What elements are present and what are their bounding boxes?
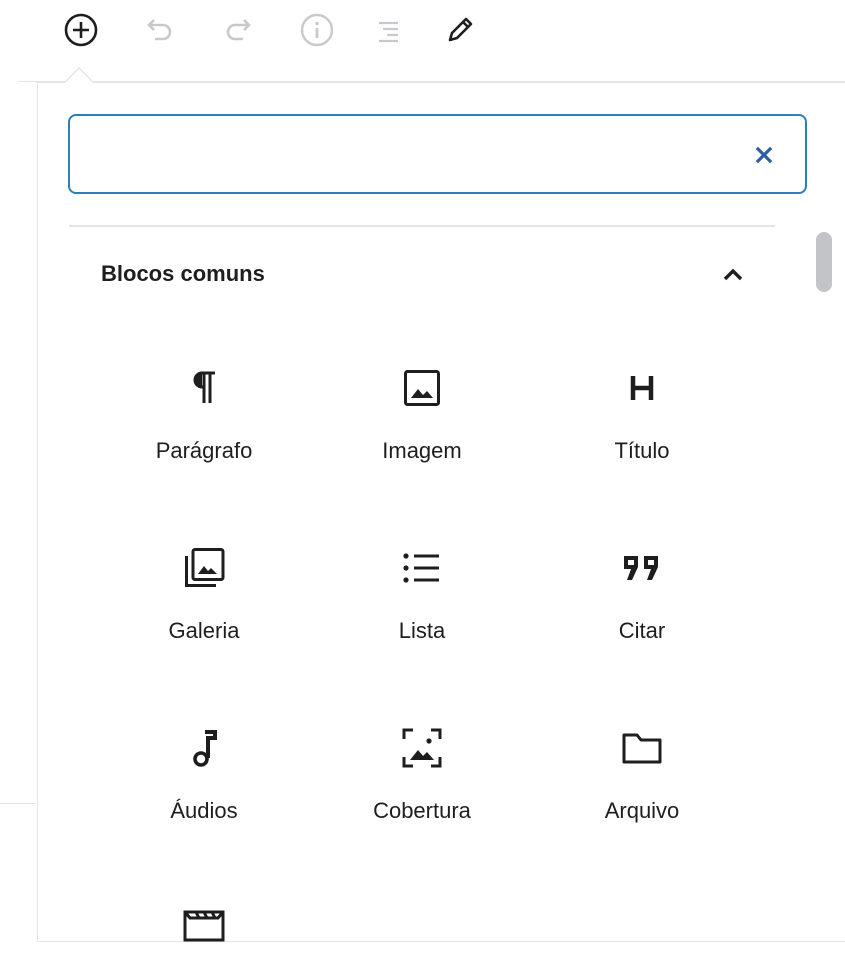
popover-arrow	[65, 69, 93, 83]
list-view-button[interactable]	[369, 10, 409, 50]
block-item-file[interactable]: Arquivo	[542, 718, 742, 868]
audio-icon	[104, 718, 304, 778]
block-item-heading[interactable]: Título	[542, 358, 742, 508]
block-item-label: Parágrafo	[155, 438, 253, 463]
chevron-up-icon[interactable]	[718, 262, 748, 286]
video-icon	[104, 904, 304, 942]
block-item-audio[interactable]: Áudios	[104, 718, 304, 868]
block-search-field[interactable]	[68, 114, 807, 194]
search-input[interactable]	[84, 130, 728, 180]
block-item-label: Imagem	[382, 438, 462, 463]
block-item-label: Título	[614, 438, 670, 463]
heading-icon	[542, 358, 742, 418]
block-item-image[interactable]: Imagem	[322, 358, 522, 508]
tools-button[interactable]	[440, 10, 480, 50]
list-icon	[322, 538, 522, 598]
editor-header-toolbar	[0, 0, 845, 82]
quote-icon	[542, 538, 742, 598]
block-item-label: Arquivo	[604, 798, 680, 823]
block-item-gallery[interactable]: Galeria	[104, 538, 304, 688]
cover-icon	[322, 718, 522, 778]
scrollbar[interactable]	[808, 227, 838, 942]
block-item-label: Lista	[398, 618, 446, 643]
block-item-label: Cobertura	[373, 798, 471, 823]
block-item-label: Áudios	[170, 798, 238, 823]
block-item-paragraph[interactable]: Parágrafo	[104, 358, 304, 508]
info-button[interactable]	[297, 10, 337, 50]
list-view-icon	[371, 12, 407, 48]
panel-title: Blocos comuns	[101, 261, 265, 286]
block-item-video[interactable]	[104, 898, 304, 942]
block-item-label: Citar	[618, 618, 666, 643]
close-icon[interactable]	[753, 144, 775, 166]
block-item-quote[interactable]: Citar	[542, 538, 742, 688]
undo-button[interactable]	[140, 10, 180, 50]
info-icon	[299, 12, 335, 48]
redo-icon	[220, 12, 256, 48]
scrollbar-thumb[interactable]	[816, 232, 832, 292]
editor-canvas-edge	[0, 803, 36, 804]
image-icon	[322, 358, 522, 418]
gallery-icon	[104, 538, 304, 598]
redo-button[interactable]	[218, 10, 258, 50]
block-item-list[interactable]: Lista	[322, 538, 522, 688]
add-block-button[interactable]	[61, 10, 101, 50]
file-icon	[542, 718, 742, 778]
pencil-icon	[442, 12, 478, 48]
block-item-cover[interactable]: Cobertura	[322, 718, 522, 868]
search-divider	[69, 225, 775, 227]
panel-header-common-blocks[interactable]: Blocos comuns	[86, 244, 766, 304]
block-item-label: Galeria	[168, 618, 240, 643]
paragraph-icon	[104, 358, 304, 418]
undo-icon	[142, 12, 178, 48]
plus-circle-icon	[63, 12, 99, 48]
